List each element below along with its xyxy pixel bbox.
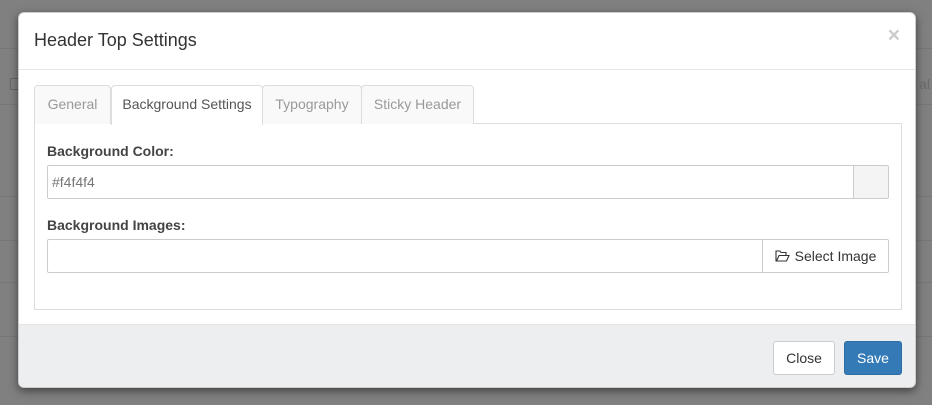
close-icon[interactable]: × [888,25,900,46]
tab-bar: General Background Settings Typography S… [34,85,902,125]
background-images-input[interactable] [47,239,763,273]
color-swatch-button[interactable] [854,165,889,199]
background-images-group: Select Image [47,239,889,273]
close-button[interactable]: Close [773,341,835,375]
background-color-input[interactable] [47,165,854,199]
modal-header: Header Top Settings × [19,13,915,70]
modal-title: Header Top Settings [34,30,197,50]
save-button[interactable]: Save [844,341,902,375]
tab-typography[interactable]: Typography [262,85,362,124]
background-text-fragment: al [919,76,930,92]
modal-body: General Background Settings Typography S… [34,85,902,310]
folder-open-icon [775,250,790,262]
tab-general[interactable]: General [34,85,111,124]
background-settings-pane: Background Color: Background Images: Sel… [34,124,902,310]
background-images-label: Background Images: [47,217,186,233]
modal-footer: Close Save [19,324,915,387]
background-color-group [47,165,889,199]
settings-modal: Header Top Settings × General Background… [18,12,916,388]
background-color-label: Background Color: [47,143,174,159]
tab-background-settings[interactable]: Background Settings [111,85,263,125]
select-image-label: Select Image [794,248,877,264]
select-image-button[interactable]: Select Image [762,239,889,273]
tab-sticky-header[interactable]: Sticky Header [361,85,474,124]
